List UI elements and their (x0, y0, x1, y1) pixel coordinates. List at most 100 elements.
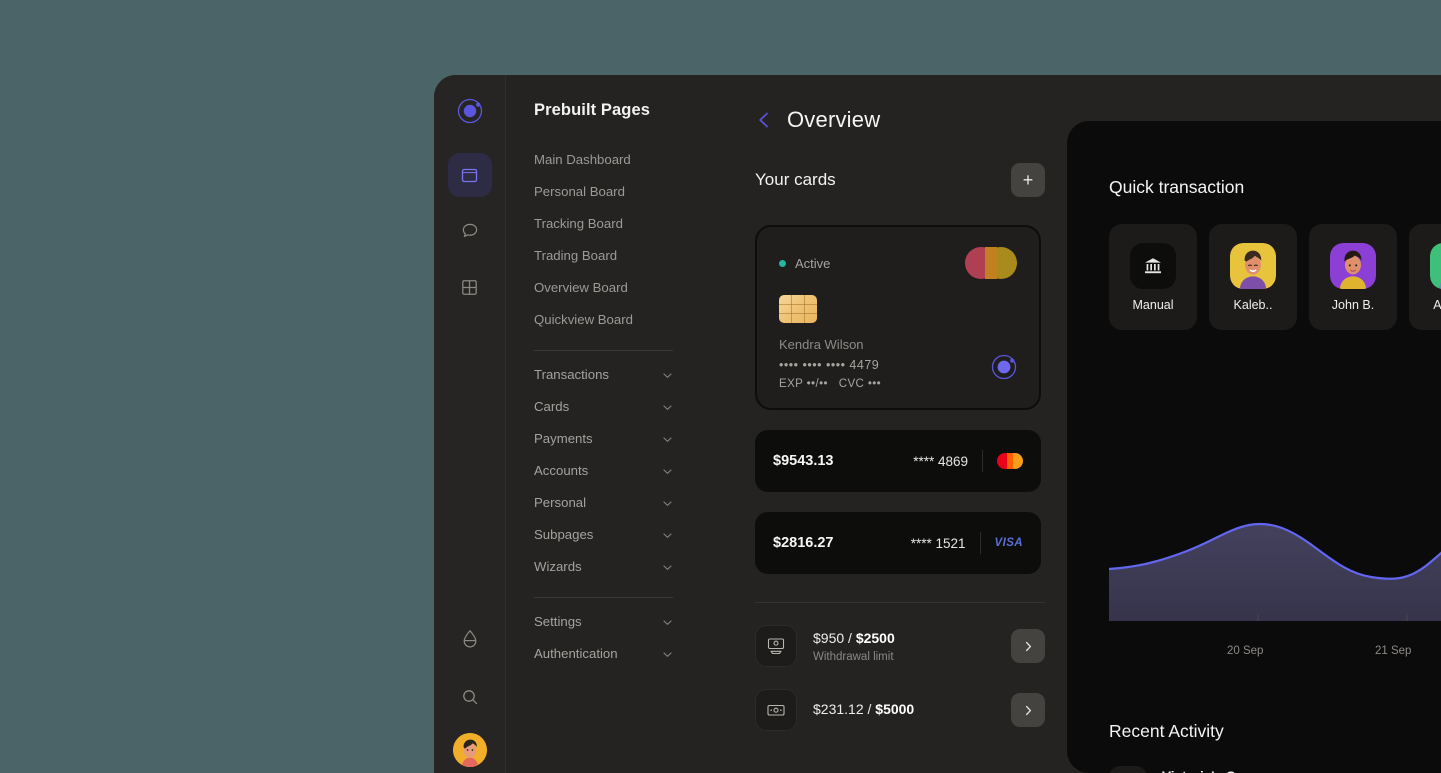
chart-svg (1109, 522, 1441, 621)
rail-item-chat[interactable] (448, 209, 492, 253)
chevron-down-icon (662, 466, 673, 477)
card-number: •••• •••• •••• 4479 (779, 358, 880, 372)
sidebar-item-tracking-board[interactable]: Tracking Board (534, 208, 673, 240)
card-cvc-label: CVC (838, 378, 865, 390)
limit-label: Withdrawal limit (813, 650, 894, 663)
sidebar-group-personal[interactable]: Personal (506, 487, 701, 519)
recent-activity-item[interactable]: Victoria's Corner Outgoing payment (1109, 766, 1270, 773)
sidebar-item-overview-board[interactable]: Overview Board (534, 272, 673, 304)
sidebar-title: Prebuilt Pages (534, 101, 651, 119)
limit-row-spending: $231.12 / $5000 (755, 689, 1045, 731)
sidebar-group-settings[interactable]: Settings (506, 606, 701, 638)
account-amount: $2816.27 (773, 535, 834, 551)
back-button[interactable] (755, 111, 773, 129)
rail-item-window[interactable] (447, 153, 492, 197)
sidebar-group-label: Subpages (534, 527, 594, 542)
sidebar-item-quickview-board[interactable]: Quickview Board (534, 304, 673, 336)
limit-detail-button[interactable] (1011, 629, 1045, 663)
sidebar-item-trading-board[interactable]: Trading Board (534, 240, 673, 272)
quick-transaction-item-manual[interactable]: Manual (1109, 224, 1197, 330)
sidebar-group-label: Settings (534, 614, 582, 629)
rail-item-grid[interactable] (448, 265, 492, 309)
sidebar-item-main-dashboard[interactable]: Main Dashboard (534, 144, 673, 176)
chevron-down-icon (662, 498, 673, 509)
sidebar-group-cards[interactable]: Cards (506, 391, 701, 423)
limit-amount: $231.12 / $5000 (813, 701, 914, 717)
avatar (1230, 242, 1276, 289)
chart-tick-label: 21 Sep (1375, 645, 1412, 657)
status-dot-icon (779, 259, 786, 267)
chevron-down-icon (662, 649, 673, 660)
card-exp-cvc: EXP ••/•• CVC ••• (779, 378, 1017, 390)
sidebar-item-personal-board[interactable]: Personal Board (534, 176, 673, 208)
sidebar-group-label: Cards (534, 399, 570, 414)
sidebar-divider-2 (534, 597, 673, 598)
recent-activity-title: Recent Activity (1109, 721, 1224, 741)
sidebar-group-label: Payments (534, 431, 593, 446)
credit-card[interactable]: Active Kendra Wilson •••• •••• •••• 4479… (755, 225, 1041, 410)
quick-transaction-label: John B. (1331, 297, 1375, 312)
card-exp-value: ••/•• (806, 378, 828, 390)
limit-separator: / (844, 629, 856, 646)
chevron-down-icon (662, 434, 673, 445)
rail-item-search[interactable] (448, 675, 492, 719)
account-amount: $9543.13 (773, 453, 834, 469)
divider (982, 450, 983, 472)
sidebar-group-payments[interactable]: Payments (506, 423, 701, 455)
account-row[interactable]: $2816.27 **** 1521 VISA (755, 512, 1041, 574)
sidebar-group-label: Accounts (534, 463, 589, 478)
recent-activity-name: Victoria's Corner (1162, 769, 1270, 773)
mastercard-logo-icon (997, 453, 1023, 469)
rail-item-theme[interactable] (448, 617, 492, 661)
chart-tick-label: 20 Sep (1227, 645, 1264, 657)
limit-text: $231.12 / $5000 (813, 701, 1011, 719)
sidebar-group-transactions[interactable]: Transactions (506, 359, 701, 391)
chart-area-fill (1109, 524, 1441, 621)
sidebar-group-label: Transactions (534, 367, 610, 382)
sidebar-group-subpages[interactable]: Subpages (506, 519, 701, 551)
cards-section-title: Your cards (755, 170, 836, 189)
divider (979, 532, 981, 554)
sidebar-group-authentication[interactable]: Authentication (506, 638, 701, 670)
chevron-down-icon (662, 370, 673, 381)
chevron-down-icon (662, 562, 673, 573)
icon-rail (434, 75, 505, 773)
sidebar-group-wizards[interactable]: Wizards (506, 551, 701, 583)
quick-transaction-item-john[interactable]: John B. (1309, 224, 1397, 330)
sidebar: Prebuilt Pages Main Dashboard Personal B… (505, 75, 701, 773)
chevron-down-icon (662, 402, 673, 413)
account-mask: **** 1521 (910, 535, 966, 551)
limit-amount: $950 / $2500 (813, 630, 895, 646)
quick-transaction-label: Manual (1132, 297, 1174, 312)
quick-transaction-item-kaleb[interactable]: Kaleb.. (1209, 224, 1297, 330)
cash-icon (755, 689, 797, 731)
avatar (1430, 242, 1441, 289)
limit-total: $2500 (855, 629, 895, 646)
divider (755, 602, 1045, 603)
sidebar-group-accounts[interactable]: Accounts (506, 455, 701, 487)
user-avatar[interactable] (452, 733, 487, 767)
limit-detail-button[interactable] (1011, 693, 1045, 727)
quick-transaction-item-amber[interactable]: Ambe.. (1409, 224, 1441, 330)
limit-separator: / (863, 701, 876, 717)
atm-icon (755, 625, 797, 667)
desktop-background: Prebuilt Pages Main Dashboard Personal B… (0, 0, 1441, 773)
balance-area-chart (1109, 451, 1441, 621)
quick-transaction-label: Kaleb.. (1233, 297, 1273, 312)
sidebar-group-label: Authentication (534, 646, 618, 661)
grid-icon (461, 279, 478, 296)
limit-total: $5000 (875, 701, 915, 717)
avatar (1330, 242, 1376, 289)
credit-card-top: Active (779, 247, 1017, 279)
account-row[interactable]: $9543.13 **** 4869 (755, 430, 1041, 492)
chevron-right-icon (1023, 704, 1034, 717)
card-exp-label: EXP (779, 378, 804, 390)
limit-row-withdrawal: $950 / $2500 Withdrawal limit (755, 625, 1045, 667)
limit-used: $950 (813, 629, 845, 646)
cards-column: Your cards + Active Kendra Wilson •••• •… (701, 149, 1071, 773)
app-window: Prebuilt Pages Main Dashboard Personal B… (434, 75, 1441, 773)
right-panel: Quick transaction Manual Kaleb.. John B.… (1067, 121, 1441, 773)
chat-bubble-icon (461, 222, 479, 240)
card-status-label: Active (795, 255, 831, 271)
add-card-button[interactable]: + (1011, 163, 1045, 197)
